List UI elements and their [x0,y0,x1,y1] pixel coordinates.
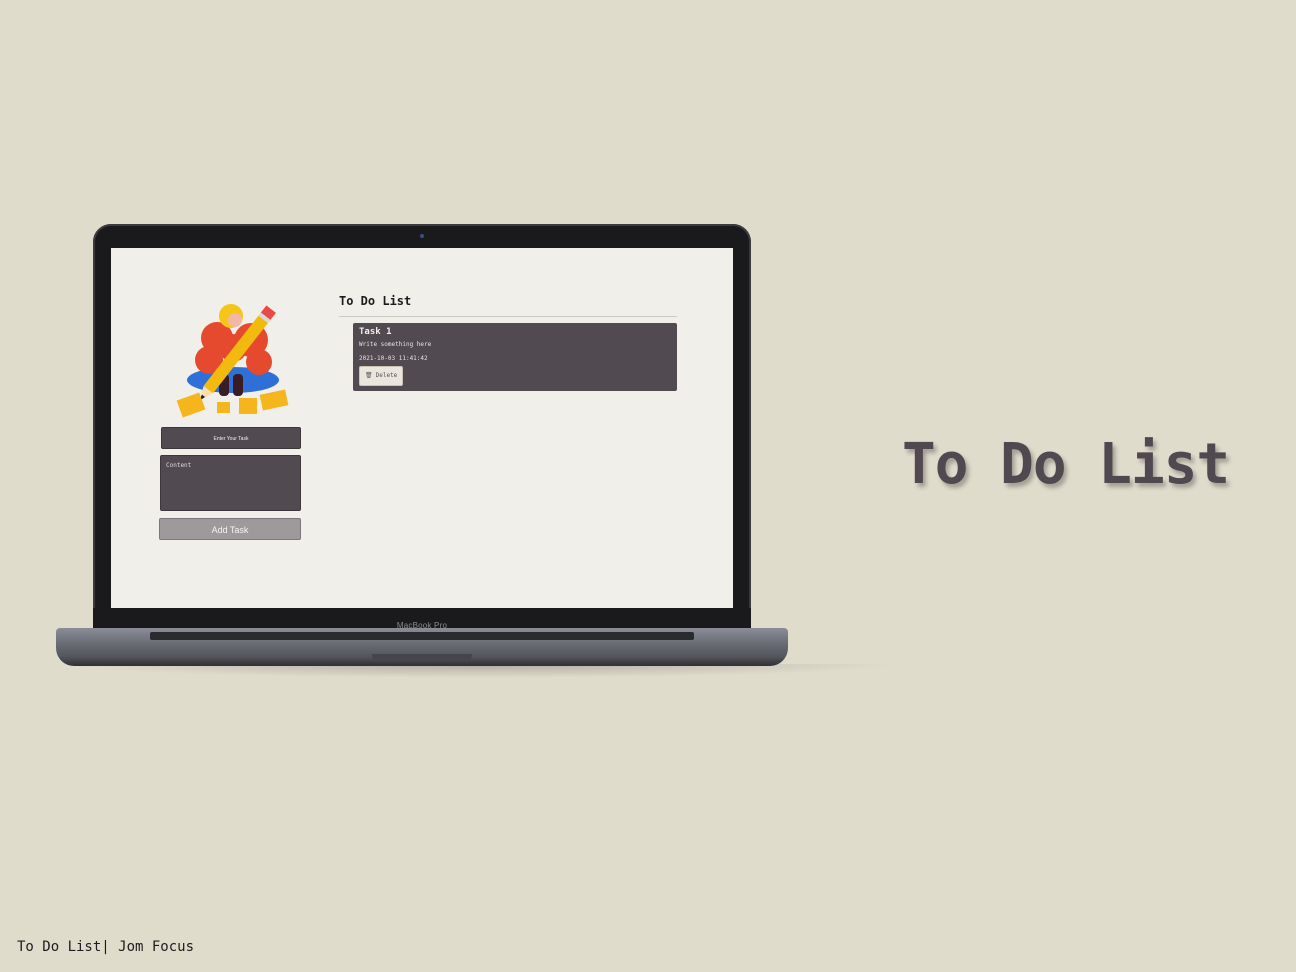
delete-label: Delete [375,372,398,379]
footer-caption: To Do List| Jom Focus [17,939,195,955]
task-timestamp: 2021-10-03 11:41:42 [359,355,428,362]
task-content: Write something here [359,341,432,348]
delete-task-button[interactable]: 🗑 Delete [359,366,403,386]
laptop-base [56,628,788,666]
trash-icon: 🗑 [365,372,373,379]
camera-dot [420,234,424,238]
hero-title: To Do List [902,432,1230,497]
laptop-screen: Enter Your Task Content Add Task To Do L… [111,248,733,608]
laptop-lid: Enter Your Task Content Add Task To Do L… [93,224,751,632]
keyboard-strip [150,632,694,640]
task-title-input[interactable]: Enter Your Task [161,427,301,449]
list-title: To Do List [339,294,412,308]
laptop-shadow [60,664,900,678]
task-card: Task 1 Write something here 2021-10-03 1… [353,323,677,391]
trackpad-notch [372,654,472,661]
list-divider [339,316,677,317]
person-with-pencil-illustration [176,304,289,418]
content-textarea[interactable]: Content [160,455,301,511]
add-task-button[interactable]: Add Task [159,518,301,540]
task-title: Task 1 [359,327,392,337]
